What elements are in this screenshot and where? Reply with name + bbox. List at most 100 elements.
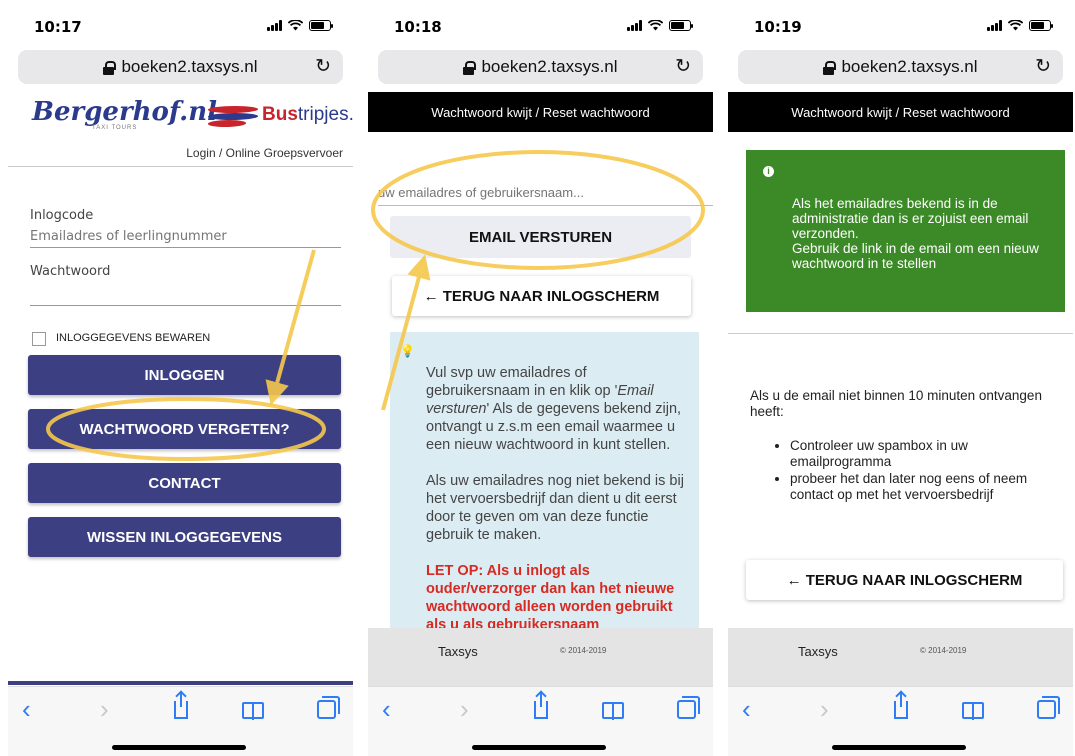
help-text: Als u de email niet binnen 10 minuten on… xyxy=(750,388,1063,504)
success-line-2: Gebruik de link in de email om een nieuw… xyxy=(792,241,1039,271)
back-to-login-button[interactable]: ← TERUG NAAR INLOGSCHERM xyxy=(392,276,691,316)
back-to-login-button[interactable]: ← TERUG NAAR INLOGSCHERM xyxy=(746,560,1063,600)
send-email-button[interactable]: EMAIL VERSTUREN xyxy=(390,216,691,258)
status-time: 10:19 xyxy=(754,18,802,36)
lightbulb-icon: 💡 xyxy=(400,344,415,358)
bergerhof-logo: Bergerhof.nl TAXI TOURS Bustripjes. xyxy=(22,92,353,136)
footer-copyright: © 2014-2019 xyxy=(560,646,607,655)
tabs-icon[interactable] xyxy=(677,696,700,719)
lock-icon xyxy=(463,60,477,75)
bookmarks-icon[interactable] xyxy=(602,702,624,720)
clear-login-button[interactable]: WISSEN INLOGGEGEVENS xyxy=(28,517,341,557)
battery-icon xyxy=(309,20,333,31)
share-icon[interactable] xyxy=(534,693,548,719)
back-icon[interactable]: ‹ xyxy=(382,695,391,723)
status-icons xyxy=(267,20,333,31)
status-bar: 10:19 xyxy=(728,0,1073,46)
signal-icon xyxy=(627,20,642,31)
phone-login: 10:17 boeken2.taxsys.nl ↻ Bergerhof.nl T… xyxy=(8,0,353,756)
address-bar[interactable]: boeken2.taxsys.nl ↻ xyxy=(738,50,1063,84)
password-input[interactable] xyxy=(30,284,341,306)
login-code-label: Inlogcode xyxy=(30,208,94,223)
info-icon: i xyxy=(763,166,774,177)
logo-tagline: TAXI TOURS xyxy=(92,125,138,131)
address-url: boeken2.taxsys.nl xyxy=(481,57,618,76)
reload-icon[interactable]: ↻ xyxy=(315,55,331,78)
success-alert: i Als het emailadres bekend is in de adm… xyxy=(746,150,1065,312)
email-input[interactable] xyxy=(378,180,713,206)
info-warning: LET OP: Als u inlogt als ouder/verzorger… xyxy=(426,563,675,632)
address-bar[interactable]: boeken2.taxsys.nl ↻ xyxy=(378,50,703,84)
info-paragraph-2: Als uw emailadres nog niet bekend is bij… xyxy=(426,473,684,543)
phone-confirm: 10:19 boeken2.taxsys.nl ↻ Wachtwoord kwi… xyxy=(728,0,1073,756)
divider xyxy=(8,166,353,167)
forward-icon[interactable]: › xyxy=(460,695,469,723)
tabs-icon[interactable] xyxy=(1037,696,1060,719)
footer-brand: Taxsys xyxy=(798,644,838,659)
info-panel: 💡 Vul svp uw emailadres of gebruikersnaa… xyxy=(390,332,699,632)
address-url: boeken2.taxsys.nl xyxy=(841,57,978,76)
forward-icon[interactable]: › xyxy=(100,695,109,723)
battery-icon xyxy=(1029,20,1053,31)
logo-tripjes: tripjes. xyxy=(297,104,353,125)
footer-copyright: © 2014-2019 xyxy=(920,646,967,655)
wifi-icon xyxy=(288,20,303,31)
screenshot-stage: 10:17 boeken2.taxsys.nl ↻ Bergerhof.nl T… xyxy=(0,0,1075,756)
remember-label: INLOGGEGEVENS BEWAREN xyxy=(56,332,211,344)
status-icons xyxy=(987,20,1053,31)
back-icon[interactable]: ‹ xyxy=(742,695,751,723)
home-indicator xyxy=(472,745,606,750)
contact-button[interactable]: CONTACT xyxy=(28,463,341,503)
share-icon[interactable] xyxy=(894,693,908,719)
list-item: Controleer uw spambox in uw emailprogram… xyxy=(790,438,1063,470)
home-indicator xyxy=(832,745,966,750)
lock-icon xyxy=(823,60,837,75)
signal-icon xyxy=(987,20,1002,31)
wifi-icon xyxy=(648,20,663,31)
bookmarks-icon[interactable] xyxy=(242,702,264,720)
page-title: Wachtwoord kwijt / Reset wachtwoord xyxy=(728,92,1073,132)
info-text: Vul svp uw emailadres of gebruikersnaam … xyxy=(426,364,689,632)
forgot-password-button[interactable]: WACHTWOORD VERGETEN? xyxy=(28,409,341,449)
status-bar: 10:17 xyxy=(8,0,353,46)
logo-bus: Bus xyxy=(262,104,298,125)
bookmarks-icon[interactable] xyxy=(962,702,984,720)
success-line-1: Als het emailadres bekend is in de admin… xyxy=(792,196,1029,241)
info-paragraph-1: Vul svp uw emailadres of gebruikersnaam … xyxy=(426,364,689,454)
footer-brand: Taxsys xyxy=(438,644,478,659)
share-icon[interactable] xyxy=(174,693,188,719)
page-title: Wachtwoord kwijt / Reset wachtwoord xyxy=(368,92,713,132)
success-message: Als het emailadres bekend is in de admin… xyxy=(792,196,1051,271)
list-item: probeer het dan later nog eens of neem c… xyxy=(790,471,1063,503)
password-label: Wachtwoord xyxy=(30,264,111,279)
address-bar[interactable]: boeken2.taxsys.nl ↻ xyxy=(18,50,343,84)
address-url: boeken2.taxsys.nl xyxy=(121,57,258,76)
logo-bustripjes-text: Bustripjes. xyxy=(262,104,353,126)
status-icons xyxy=(627,20,693,31)
phone-reset: 10:18 boeken2.taxsys.nl ↻ Wachtwoord kwi… xyxy=(368,0,713,756)
home-indicator xyxy=(112,745,246,750)
back-icon[interactable]: ‹ xyxy=(22,695,31,723)
tabs-icon[interactable] xyxy=(317,696,340,719)
status-time: 10:18 xyxy=(394,18,442,36)
divider xyxy=(728,333,1073,334)
signal-icon xyxy=(267,20,282,31)
wifi-icon xyxy=(1008,20,1023,31)
reload-icon[interactable]: ↻ xyxy=(1035,55,1051,78)
info-p1-start: Vul svp uw emailadres of gebruikersnaam … xyxy=(426,365,618,399)
page-footer: Taxsys © 2014-2019 xyxy=(368,628,713,686)
breadcrumb: Login / Online Groepsvervoer xyxy=(186,146,343,160)
logo-bergerhof-text: Bergerhof.nl xyxy=(32,97,217,127)
status-time: 10:17 xyxy=(34,18,82,36)
login-button[interactable]: INLOGGEN xyxy=(28,355,341,395)
page-footer: Taxsys © 2014-2019 xyxy=(728,628,1073,686)
lock-icon xyxy=(103,60,117,75)
forward-icon[interactable]: › xyxy=(820,695,829,723)
logo-swoosh-icon xyxy=(205,104,261,127)
login-code-input[interactable] xyxy=(30,226,341,248)
reload-icon[interactable]: ↻ xyxy=(675,55,691,78)
status-bar: 10:18 xyxy=(368,0,713,46)
help-list: Controleer uw spambox in uw emailprogram… xyxy=(790,438,1063,503)
page-bottom-bar xyxy=(8,681,353,685)
remember-checkbox[interactable] xyxy=(32,332,46,346)
